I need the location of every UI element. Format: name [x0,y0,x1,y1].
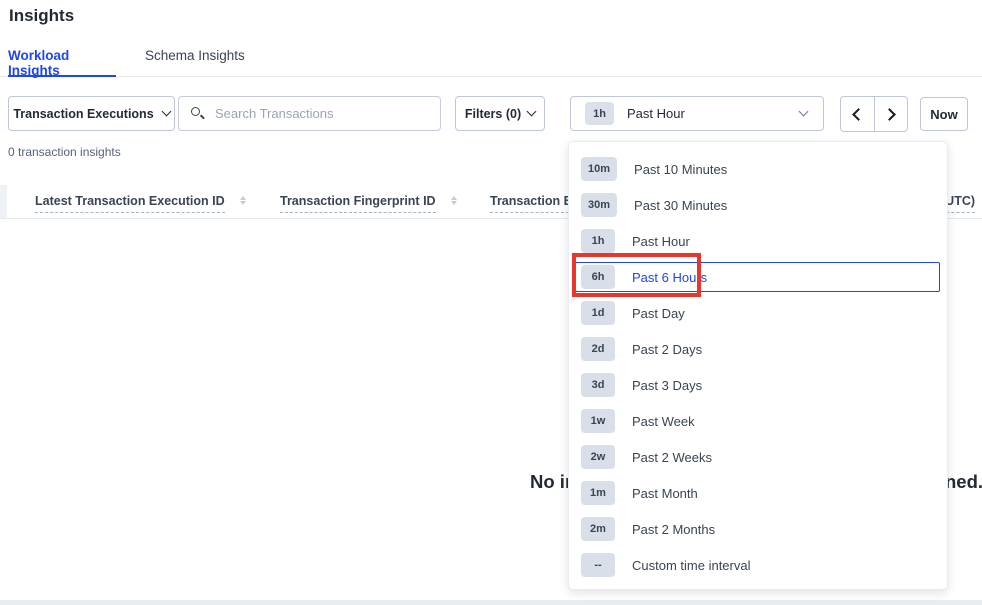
selected-option-focus-ring [575,262,940,292]
time-pager [840,96,908,132]
interval-label: Past 2 Weeks [632,450,712,465]
tab-workload-insights[interactable]: Workload Insights [8,48,116,77]
tab-bar: Workload Insights Schema Insights [0,44,982,77]
column-header-3: Transaction Ex [490,194,579,213]
time-interval-option-3d[interactable]: 3d Past 3 Days [569,367,947,403]
column-header-label[interactable]: Latest Transaction Execution ID [35,194,225,213]
interval-label: Past 2 Days [632,342,702,357]
interval-badge: 3d [581,373,615,397]
chevron-right-icon [883,108,896,121]
interval-label: Past 3 Days [632,378,702,393]
search-transactions [178,96,441,131]
interval-label: Past Day [632,306,685,321]
time-interval-label: Past Hour [627,106,685,121]
sort-icon[interactable] [451,196,457,205]
time-interval-option-2w[interactable]: 2w Past 2 Weeks [569,439,947,475]
bottom-divider [0,600,982,605]
interval-badge: 1m [581,481,615,505]
time-interval-option-custom[interactable]: -- Custom time interval [569,547,947,583]
next-interval-button[interactable] [875,97,908,131]
interval-label: Past 10 Minutes [634,162,727,177]
time-interval-option-1m[interactable]: 1m Past Month [569,475,947,511]
time-interval-option-30m[interactable]: 30m Past 30 Minutes [569,187,947,223]
transaction-type-label: Transaction Executions [13,107,153,121]
time-interval-option-6h[interactable]: 6h Past 6 Hours [569,259,947,295]
interval-badge: -- [581,553,615,577]
insights-count: 0 transaction insights [8,145,121,159]
interval-badge: 1w [581,409,615,433]
column-header-2: Transaction Fingerprint ID [280,194,457,213]
interval-label: Past Month [632,486,698,501]
column-header-1: Latest Transaction Execution ID [35,194,246,213]
interval-badge: 1h [581,229,615,253]
search-input[interactable] [178,96,441,131]
chevron-left-icon [852,108,865,121]
interval-badge: 2w [581,445,615,469]
filters-label: Filters (0) [465,107,521,121]
interval-badge: 1d [581,301,615,325]
interval-badge: 10m [581,157,617,181]
time-interval-select[interactable]: 1h Past Hour [570,96,824,131]
sort-icon[interactable] [240,196,246,205]
chevron-down-icon [161,107,171,117]
interval-label: Past 30 Minutes [634,198,727,213]
interval-badge: 30m [581,193,617,217]
page-title: Insights [9,6,74,26]
empty-state-text-end: ned. [945,471,982,493]
now-button[interactable]: Now [920,97,968,131]
filters-button[interactable]: Filters (0) [455,96,545,131]
interval-label: Past Hour [632,234,690,249]
interval-label: Custom time interval [632,558,750,573]
time-interval-option-2d[interactable]: 2d Past 2 Days [569,331,947,367]
transaction-type-select[interactable]: Transaction Executions [8,96,175,131]
column-header-label[interactable]: Transaction Fingerprint ID [280,194,436,213]
interval-label: Past 2 Months [632,522,715,537]
time-interval-option-2m[interactable]: 2m Past 2 Months [569,511,947,547]
interval-badge: 6h [581,265,615,289]
time-interval-options: 10m Past 10 Minutes 30m Past 30 Minutes … [569,151,947,583]
chevron-down-icon [527,107,537,117]
now-label: Now [930,107,957,122]
time-interval-option-1d[interactable]: 1d Past Day [569,295,947,331]
interval-badge: 2d [581,337,615,361]
column-header-label[interactable]: Transaction Ex [490,194,579,213]
time-interval-option-1w[interactable]: 1w Past Week [569,403,947,439]
tab-schema-insights[interactable]: Schema Insights [145,48,245,77]
insights-page: Insights Workload Insights Schema Insigh… [0,0,982,605]
prev-interval-button[interactable] [841,97,875,131]
chevron-down-icon [799,107,809,117]
time-interval-badge: 1h [585,102,614,125]
time-interval-option-10m[interactable]: 10m Past 10 Minutes [569,151,947,187]
interval-label: Past Week [632,414,695,429]
interval-badge: 2m [581,517,615,541]
time-interval-dropdown: 10m Past 10 Minutes 30m Past 30 Minutes … [568,141,948,590]
interval-label: Past 6 Hours [632,270,707,285]
search-icon [191,107,200,116]
time-interval-option-1h[interactable]: 1h Past Hour [569,223,947,259]
